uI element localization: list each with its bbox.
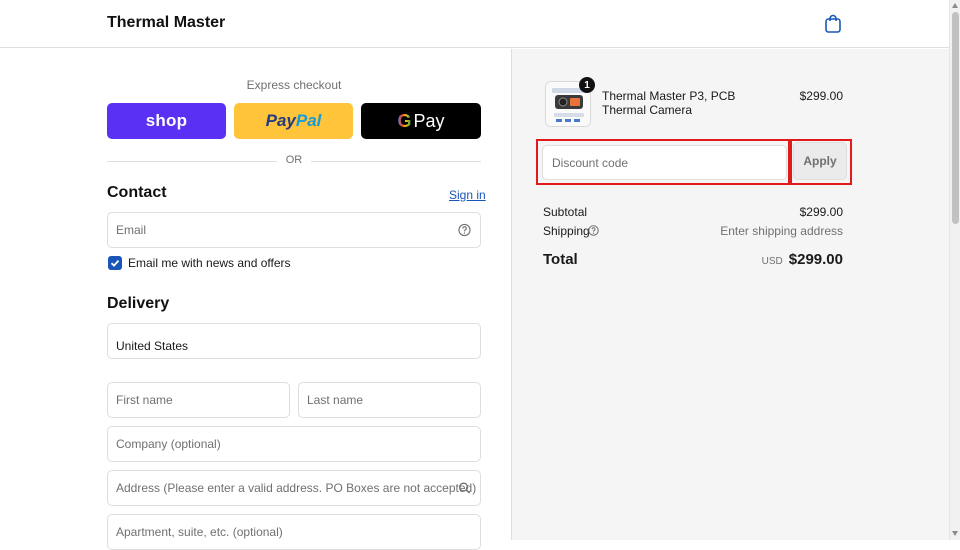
shipping-value: Enter shipping address xyxy=(720,224,843,238)
email-field[interactable]: Email xyxy=(107,212,481,248)
checkout-form-panel: Express checkout shop Pay Pal G Pay OR Con… xyxy=(0,49,511,550)
scrollbar-thumb[interactable] xyxy=(952,12,959,224)
first-name-field[interactable]: First name xyxy=(107,382,290,418)
divider-right xyxy=(311,161,481,162)
currency-code: USD xyxy=(761,256,783,267)
quantity-badge: 1 xyxy=(579,77,595,93)
apply-button-highlight xyxy=(790,139,852,185)
scroll-down-arrow-icon[interactable] xyxy=(952,531,958,536)
total-row: Total USD $299.00 xyxy=(543,251,843,269)
subtotal-value: $299.00 xyxy=(799,205,843,219)
checkmark-icon xyxy=(110,259,120,267)
scroll-up-arrow-icon[interactable] xyxy=(952,3,958,8)
shipping-label: Shipping xyxy=(543,224,590,238)
country-select[interactable]: United States xyxy=(107,323,481,359)
order-summary-panel: 1 Thermal Master P3, PCB Thermal Camera … xyxy=(511,49,949,540)
product-price: $299.00 xyxy=(799,89,843,103)
apartment-field[interactable]: Apartment, suite, etc. (optional) xyxy=(107,514,481,550)
newsletter-label[interactable]: Email me with news and offers xyxy=(128,256,291,270)
company-field[interactable]: Company (optional) xyxy=(107,426,481,462)
brand-title[interactable]: Thermal Master xyxy=(107,14,225,32)
total-label: Total xyxy=(543,251,578,268)
or-divider-text: OR xyxy=(285,154,303,166)
paypal-button[interactable]: Pay Pal xyxy=(234,103,353,139)
newsletter-checkbox[interactable] xyxy=(108,256,122,270)
product-name: Thermal Master P3, PCB Thermal Camera xyxy=(602,89,736,117)
subtotal-label: Subtotal xyxy=(543,205,588,219)
discount-field-highlight xyxy=(536,139,790,185)
contact-heading: Contact xyxy=(107,184,167,201)
help-circle-icon[interactable] xyxy=(588,225,599,236)
header: Thermal Master xyxy=(0,0,949,48)
sign-in-link[interactable]: Sign in xyxy=(449,188,486,202)
shopping-bag-icon[interactable] xyxy=(824,14,842,34)
page-scrollbar[interactable] xyxy=(949,0,960,540)
google-pay-button[interactable]: G Pay xyxy=(361,103,481,139)
address-field[interactable]: Address (Please enter a valid address. P… xyxy=(107,470,481,506)
last-name-field[interactable]: Last name xyxy=(298,382,481,418)
help-circle-icon[interactable] xyxy=(458,223,471,237)
google-g-icon: G xyxy=(397,110,412,131)
shipping-row: Shipping Enter shipping address xyxy=(543,224,843,238)
delivery-heading: Delivery xyxy=(107,295,170,312)
search-icon[interactable] xyxy=(458,482,471,495)
subtotal-row: Subtotal $299.00 xyxy=(543,205,843,219)
shop-pay-button[interactable]: shop xyxy=(107,103,226,139)
express-checkout-label: Express checkout xyxy=(246,78,342,92)
divider-left xyxy=(107,161,277,162)
total-value: $299.00 xyxy=(788,251,843,268)
